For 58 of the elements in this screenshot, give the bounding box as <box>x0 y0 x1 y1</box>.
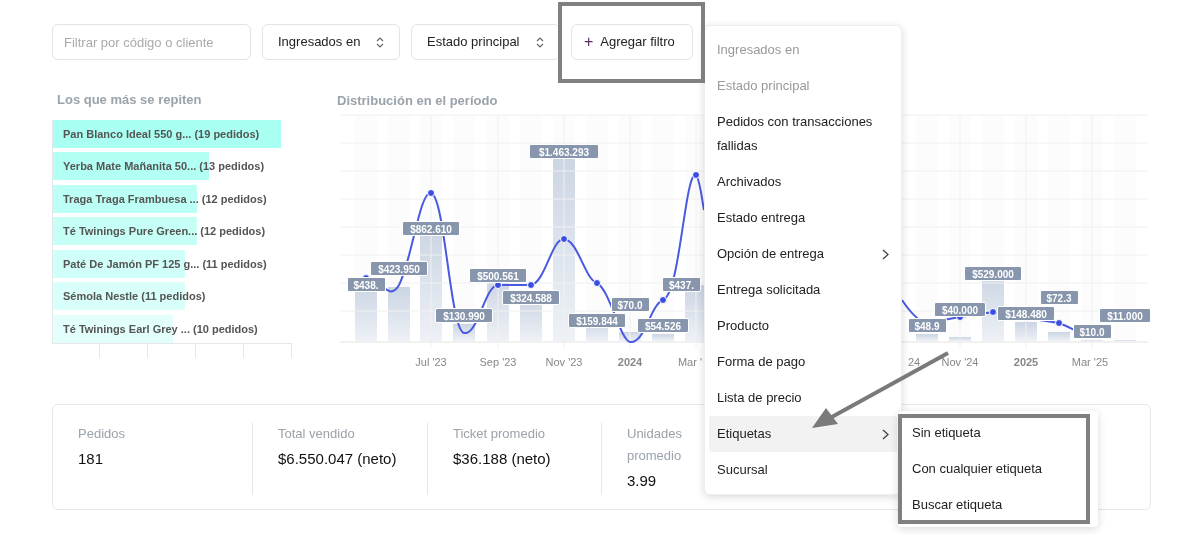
menu-item[interactable]: Pedidos con transacciones fallidas <box>709 104 897 164</box>
menu-item[interactable]: Opción de entrega <box>709 236 897 272</box>
value-label: $48.9 <box>907 318 947 334</box>
stat-label: Ticket promedio <box>453 425 546 443</box>
axis-label: 2025 <box>1013 355 1039 370</box>
menu-item[interactable]: Producto <box>709 308 897 344</box>
stat-label: Pedidos <box>78 425 126 443</box>
value-label: $1.463.293 <box>529 144 599 159</box>
menu-item[interactable]: Etiquetas <box>709 416 897 452</box>
bar-label: Paté De Jamón PF 125 g... (11 pedidos) <box>63 256 267 272</box>
menu-item[interactable]: Archivados <box>709 164 897 200</box>
value-label: $148.480 <box>997 305 1055 321</box>
value-label: $159.844 <box>568 312 626 328</box>
add-filter-button[interactable]: + Agregar filtro <box>571 24 693 60</box>
value-label: $72.3 <box>1039 289 1079 305</box>
axis-label: Mar '25 <box>1071 355 1109 370</box>
chart-title: Los que más se repiten <box>57 91 203 109</box>
menu-item[interactable]: Forma de pago <box>709 344 897 380</box>
value-label: $10.0 <box>1072 323 1112 339</box>
stat-label: Unidades promedio <box>627 425 683 465</box>
stat-label: Total vendido <box>278 425 356 443</box>
bar-label: Té Twinings Pure Green... (12 pedidos) <box>63 224 266 239</box>
axis-label: Nov '24 <box>941 355 979 370</box>
plus-icon: + <box>584 30 594 54</box>
bar-label: Yerba Mate Mañanita 50... (13 pedidos) <box>63 159 265 174</box>
value-label: $529.000 <box>964 265 1022 281</box>
axis-label: Mar ' <box>677 355 703 370</box>
menu-item[interactable]: Estado entrega <box>709 200 897 236</box>
value-label: $130.990 <box>435 308 493 324</box>
stat-value: $36.188 (neto) <box>453 449 552 469</box>
bar-label: Sémola Nestle (11 pedidos) <box>63 289 206 304</box>
menu-item[interactable]: Lista de precio <box>709 380 897 416</box>
value-label: $437. <box>662 276 701 292</box>
search-field[interactable]: Filtrar por código o cliente <box>52 24 251 60</box>
select-dropdown[interactable]: Ingresados en <box>262 24 400 60</box>
axis-label: Nov '23 <box>545 355 583 370</box>
stat-value: $6.550.047 (neto) <box>278 449 398 469</box>
stat-value: 181 <box>78 449 105 469</box>
menu-item[interactable]: Entrega solicitada <box>709 272 897 308</box>
value-label: $423.950 <box>370 260 428 276</box>
axis-label: Sep '23 <box>479 355 517 370</box>
bar-label: Traga Traga Frambuesa ... (12 pedidos) <box>63 191 267 207</box>
bar-label: Té Twinings Earl Grey ... (10 pedidos) <box>63 321 258 337</box>
value-label: $40.000 <box>934 302 986 318</box>
axis-label: 24 <box>907 355 921 370</box>
axis-label: 2024 <box>617 355 643 370</box>
chart-title: Distribución en el período <box>337 92 498 110</box>
value-label: $438. <box>346 276 386 292</box>
bar-label: Pan Blanco Ideal 550 g... (19 pedidos) <box>63 126 260 142</box>
menu-item[interactable]: Sucursal <box>709 452 897 488</box>
axis-label: Jul '23 <box>415 355 447 370</box>
value-label: $500.561 <box>469 267 527 283</box>
value-label: $324.588 <box>502 290 560 306</box>
value-label: $54.526 <box>637 318 689 334</box>
stat-value: 3.99 <box>627 471 658 491</box>
value-label: $70.0 <box>610 296 650 312</box>
value-label: $11.000 <box>1099 307 1151 323</box>
value-label: $862.610 <box>402 220 460 236</box>
